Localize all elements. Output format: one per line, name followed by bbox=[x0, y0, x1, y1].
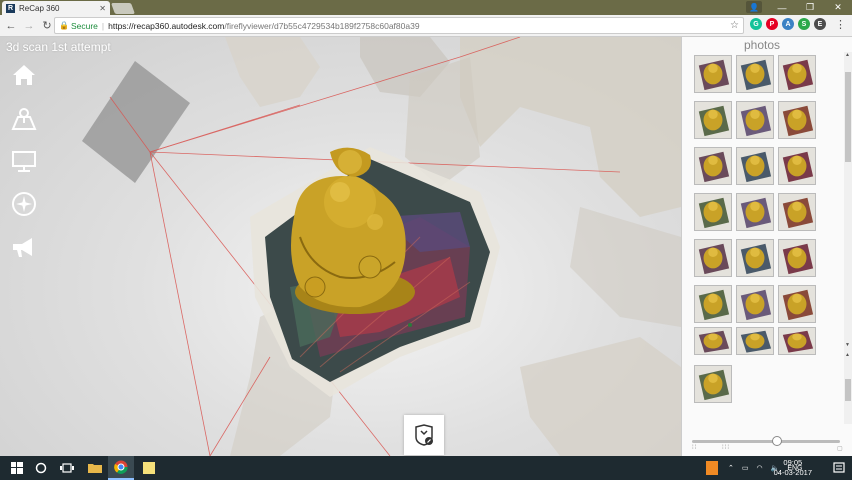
notification-app-icon[interactable] bbox=[706, 461, 718, 475]
url-host: https://recap360.autodesk.com bbox=[108, 20, 225, 31]
url-path: /fireflyviewer/d7b55c4729534b189f2758c60… bbox=[224, 20, 420, 31]
scene-marker bbox=[408, 323, 412, 327]
photo-thumbnail[interactable] bbox=[778, 147, 816, 185]
photo-thumbnail[interactable] bbox=[694, 365, 732, 403]
secure-label: Secure bbox=[70, 20, 98, 31]
photo-thumbnail[interactable] bbox=[736, 327, 774, 355]
clock-time: 09:05 bbox=[783, 458, 803, 467]
file-explorer-icon[interactable] bbox=[82, 456, 108, 480]
photo-thumbnail[interactable] bbox=[778, 327, 816, 355]
chrome-taskbar-icon[interactable] bbox=[108, 456, 134, 480]
thumbnail-size-slider[interactable] bbox=[692, 436, 840, 446]
3d-scene[interactable] bbox=[0, 37, 681, 456]
recap-favicon-icon: R bbox=[6, 3, 15, 13]
photo-thumbnail[interactable] bbox=[694, 193, 732, 231]
photo-thumbnail[interactable] bbox=[736, 239, 774, 277]
grid-size-icon: ⁞⁞⁞ bbox=[722, 445, 731, 451]
clock[interactable]: 09:05 04-03-2017 bbox=[774, 458, 812, 478]
3d-viewer[interactable]: 3d scan 1st attempt bbox=[0, 37, 681, 456]
photo-thumbnail[interactable] bbox=[736, 193, 774, 231]
photo-thumbnail[interactable] bbox=[694, 285, 732, 323]
photos-scrollbar[interactable]: ▲ ▼ ▲ bbox=[844, 52, 852, 424]
scroll-down-icon[interactable]: ▼ bbox=[845, 342, 850, 348]
close-window-icon[interactable]: ✕ bbox=[824, 0, 852, 15]
browser-menu-icon[interactable]: ⋮ bbox=[835, 18, 846, 31]
photo-thumbnail[interactable] bbox=[736, 285, 774, 323]
photo-thumbnail[interactable] bbox=[736, 147, 774, 185]
wifi-icon[interactable]: ◠ bbox=[757, 464, 763, 472]
slider-knob[interactable] bbox=[772, 436, 782, 446]
photo-thumbnail[interactable] bbox=[736, 55, 774, 93]
photo-thumbnail[interactable] bbox=[736, 101, 774, 139]
photos-panel: photos ▲ ▼ ▲ ⁞⁞ ⁞⁞⁞ ▢ bbox=[681, 37, 852, 456]
photo-thumbnail[interactable] bbox=[778, 193, 816, 231]
camera-plane bbox=[82, 61, 190, 183]
action-center-icon[interactable] bbox=[826, 456, 852, 480]
new-tab-button[interactable] bbox=[110, 3, 136, 14]
clock-date: 04-03-2017 bbox=[773, 468, 812, 477]
address-bar[interactable]: 🔒 Secure | https://recap360.autodesk.com… bbox=[54, 17, 744, 34]
tab-title: ReCap 360 bbox=[19, 3, 60, 13]
model-tool-button[interactable] bbox=[404, 415, 444, 455]
photo-thumbnail[interactable] bbox=[694, 239, 732, 277]
photo-thumbnail[interactable] bbox=[778, 55, 816, 93]
scroll-thumb[interactable] bbox=[845, 72, 851, 162]
small-size-icon: ⁞⁞ bbox=[692, 445, 698, 451]
photo-thumbnail[interactable] bbox=[778, 239, 816, 277]
window-controls: 👤 — ❐ ✕ bbox=[746, 0, 852, 15]
windows-start-icon[interactable] bbox=[4, 456, 30, 480]
photo-thumbnail[interactable] bbox=[694, 147, 732, 185]
pinterest-extension-icon[interactable]: P bbox=[766, 18, 778, 30]
photos-title: photos bbox=[743, 38, 781, 52]
extension-icon[interactable]: A bbox=[782, 18, 794, 30]
announce-megaphone-icon[interactable] bbox=[10, 233, 38, 261]
browser-toolbar: ← → ↻ 🔒 Secure | https://recap360.autode… bbox=[0, 15, 852, 37]
scroll-up-icon-2[interactable]: ▲ bbox=[845, 352, 850, 358]
scan-title: 3d scan 1st attempt bbox=[6, 40, 111, 54]
windows-taskbar: ⌃ ▭ ◠ 🔈 ENG 09:05 04-03-2017 bbox=[0, 456, 852, 480]
maximize-icon[interactable]: ❐ bbox=[796, 0, 824, 15]
task-view-icon[interactable] bbox=[54, 456, 80, 480]
scroll-thumb-2[interactable] bbox=[845, 379, 851, 401]
battery-icon[interactable]: ▭ bbox=[742, 464, 749, 472]
large-size-icon: ▢ bbox=[837, 446, 844, 452]
reload-icon[interactable]: ↻ bbox=[40, 19, 54, 33]
grammarly-extension-icon[interactable]: G bbox=[750, 18, 762, 30]
model-settings-icon bbox=[415, 424, 433, 446]
user-profile-icon[interactable]: 👤 bbox=[746, 1, 762, 13]
map-view-icon[interactable] bbox=[10, 105, 38, 133]
navigate-compass-icon[interactable] bbox=[10, 190, 38, 218]
cortana-search-icon[interactable] bbox=[28, 456, 54, 480]
scroll-up-icon[interactable]: ▲ bbox=[845, 52, 850, 58]
minimize-icon[interactable]: — bbox=[768, 0, 796, 15]
back-icon[interactable]: ← bbox=[4, 19, 18, 33]
photo-thumbnail[interactable] bbox=[694, 55, 732, 93]
extension-icon-2[interactable]: S bbox=[798, 18, 810, 30]
bookmark-star-icon[interactable]: ☆ bbox=[730, 20, 739, 31]
address-separator: | bbox=[101, 20, 105, 31]
lock-icon: 🔒 bbox=[59, 21, 69, 30]
display-icon[interactable] bbox=[10, 147, 38, 175]
home-icon[interactable] bbox=[10, 61, 38, 89]
sticky-notes-icon[interactable] bbox=[136, 456, 162, 480]
photo-thumbnail[interactable] bbox=[694, 101, 732, 139]
tray-expand-icon[interactable]: ⌃ bbox=[728, 464, 734, 472]
forward-icon[interactable]: → bbox=[22, 19, 36, 33]
browser-tab-bar: R ReCap 360 ✕ 👤 — ❐ ✕ bbox=[0, 0, 852, 15]
tab-close-icon[interactable]: ✕ bbox=[99, 4, 106, 13]
browser-tab[interactable]: R ReCap 360 ✕ bbox=[2, 1, 110, 15]
photo-thumbnail[interactable] bbox=[778, 101, 816, 139]
photo-thumbnail[interactable] bbox=[778, 285, 816, 323]
photo-thumbnail[interactable] bbox=[694, 327, 732, 355]
extension-icon-3[interactable]: E bbox=[814, 18, 826, 30]
